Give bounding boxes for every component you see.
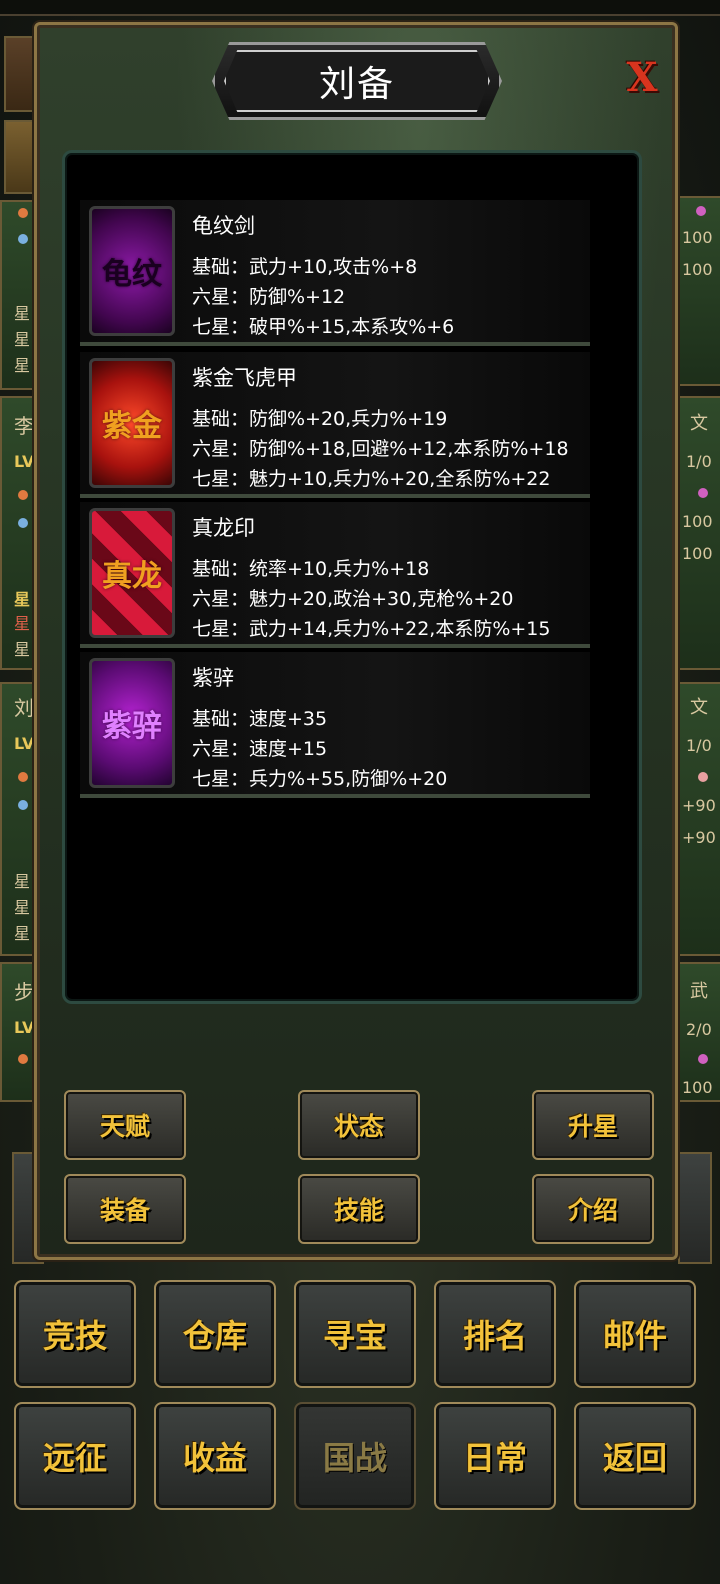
equipment-stat-six-star: 六星：魅力+20,政治+30,克枪%+20 <box>192 588 514 610</box>
bg-left-text: 星 <box>14 640 31 659</box>
bg-left-text: 刘 <box>14 696 34 720</box>
bg-left-text: 星 <box>14 924 31 943</box>
equipment-row-seal[interactable]: 真龙 真龙印 基础：统率+10,兵力%+18 六星：魅力+20,政治+30,克枪… <box>80 502 590 648</box>
equipment-button[interactable]: 装备 <box>64 1174 186 1244</box>
intro-button[interactable]: 介绍 <box>532 1174 654 1244</box>
equipment-row-weapon[interactable]: 龟纹 龟纹剑 基础：武力+10,攻击%+8 六星：防御%+12 七星：破甲%+1… <box>80 200 590 346</box>
equipment-stat-base: 基础：速度+35 <box>192 708 328 730</box>
equipment-row-horse[interactable]: 紫骍 紫骍 基础：速度+35 六星：速度+15 七星：兵力%+55,防御%+20 <box>80 652 590 798</box>
armor-icon: 紫金 <box>89 358 175 488</box>
equip-icon-label: 紫金 <box>102 409 162 444</box>
bg-left-text: LV <box>14 1018 35 1037</box>
bg-hero-card-right-3 <box>676 682 720 956</box>
shield-icon <box>18 800 28 810</box>
top-strip <box>0 0 720 16</box>
bg-left-text: 李 <box>14 414 34 438</box>
bg-right-text: 1/0 <box>686 452 712 471</box>
bg-hero-card-right-1 <box>676 196 720 386</box>
bg-left-text: 星 <box>14 330 31 349</box>
status-button[interactable]: 状态 <box>298 1090 420 1160</box>
seal-icon: 真龙 <box>89 508 175 638</box>
bg-left-text: 星 <box>14 590 31 609</box>
equipment-stat-seven-star: 七星：兵力%+55,防御%+20 <box>192 768 448 790</box>
equip-icon-label: 龟纹 <box>102 257 162 292</box>
equipment-stat-base: 基础：武力+10,攻击%+8 <box>192 256 418 278</box>
equipment-stat-six-star: 六星：防御%+18,回避%+12,本系防%+18 <box>192 438 569 460</box>
star-up-button[interactable]: 升星 <box>532 1090 654 1160</box>
gem-icon <box>696 206 706 216</box>
bg-right-text: +90 <box>682 796 716 815</box>
equip-icon-label: 真龙 <box>102 559 162 594</box>
nav-arena-button[interactable]: 竞技 <box>14 1280 136 1388</box>
sword-icon <box>18 490 28 500</box>
bg-bottom-panel-right <box>678 1152 712 1264</box>
bg-top-tab-left-2 <box>4 120 38 194</box>
equipment-stat-six-star: 六星：防御%+12 <box>192 286 346 308</box>
equipment-stat-seven-star: 七星：武力+14,兵力%+22,本系防%+15 <box>192 618 551 640</box>
bg-right-text: 100 <box>682 260 713 279</box>
equipment-name: 紫骍 <box>192 666 234 690</box>
sword-icon <box>18 1054 28 1064</box>
sword-icon: 龟纹 <box>89 206 175 336</box>
bg-right-text: 100 <box>682 228 713 247</box>
equipment-stat-seven-star: 七星：魅力+10,兵力%+20,全系防%+22 <box>192 468 551 490</box>
close-button[interactable]: X <box>620 53 664 101</box>
sword-icon <box>18 772 28 782</box>
close-icon: X <box>626 53 658 101</box>
equipment-stat-base: 基础：防御%+20,兵力%+19 <box>192 408 448 430</box>
nav-warehouse-button[interactable]: 仓库 <box>154 1280 276 1388</box>
gem-icon <box>698 772 708 782</box>
talent-button[interactable]: 天赋 <box>64 1090 186 1160</box>
shield-icon <box>18 518 28 528</box>
equipment-name: 龟纹剑 <box>192 214 255 238</box>
bg-right-text: +90 <box>682 828 716 847</box>
bg-left-text: 星 <box>14 304 31 323</box>
equipment-stat-base: 基础：统率+10,兵力%+18 <box>192 558 430 580</box>
nav-national-war-button[interactable]: 国战 <box>294 1402 416 1510</box>
bg-right-text: 1/0 <box>686 736 712 755</box>
bg-right-text: 文 <box>690 413 708 434</box>
equipment-name: 真龙印 <box>192 516 255 540</box>
bg-left-text: LV <box>14 734 35 753</box>
equip-icon-label: 紫骍 <box>102 709 162 744</box>
equipment-stat-six-star: 六星：速度+15 <box>192 738 328 760</box>
bg-hero-card-right-2 <box>676 396 720 670</box>
bg-right-text: 2/0 <box>686 1020 712 1039</box>
skill-button[interactable]: 技能 <box>298 1174 420 1244</box>
bg-left-text: LV <box>14 452 35 471</box>
bg-left-text: 步 <box>14 980 34 1004</box>
bg-left-text: 星 <box>14 356 31 375</box>
dialog-title: 刘备 <box>318 64 395 105</box>
equipment-stat-seven-star: 七星：破甲%+15,本系攻%+6 <box>192 316 455 338</box>
nav-ranking-button[interactable]: 排名 <box>434 1280 556 1388</box>
gem-icon <box>698 488 708 498</box>
bg-left-text: 星 <box>14 898 31 917</box>
nav-expedition-button[interactable]: 远征 <box>14 1402 136 1510</box>
bg-right-text: 100 <box>682 1078 713 1097</box>
horse-icon: 紫骍 <box>89 658 175 788</box>
equipment-row-armor[interactable]: 紫金 紫金飞虎甲 基础：防御%+20,兵力%+19 六星：防御%+18,回避%+… <box>80 352 590 498</box>
nav-mail-button[interactable]: 邮件 <box>574 1280 696 1388</box>
nav-back-button[interactable]: 返回 <box>574 1402 696 1510</box>
bg-left-text: 星 <box>14 872 31 891</box>
bg-right-text: 武 <box>690 981 708 1002</box>
nav-daily-button[interactable]: 日常 <box>434 1402 556 1510</box>
sword-icon <box>18 208 28 218</box>
bg-left-text: 星 <box>14 614 31 633</box>
bg-right-text: 100 <box>682 512 713 531</box>
nav-income-button[interactable]: 收益 <box>154 1402 276 1510</box>
gem-icon <box>698 1054 708 1064</box>
bg-right-text: 文 <box>690 697 708 718</box>
nav-treasure-button[interactable]: 寻宝 <box>294 1280 416 1388</box>
bg-top-tab-left <box>4 36 38 112</box>
bg-right-text: 100 <box>682 544 713 563</box>
shield-icon <box>18 234 28 244</box>
equipment-name: 紫金飞虎甲 <box>192 366 297 390</box>
